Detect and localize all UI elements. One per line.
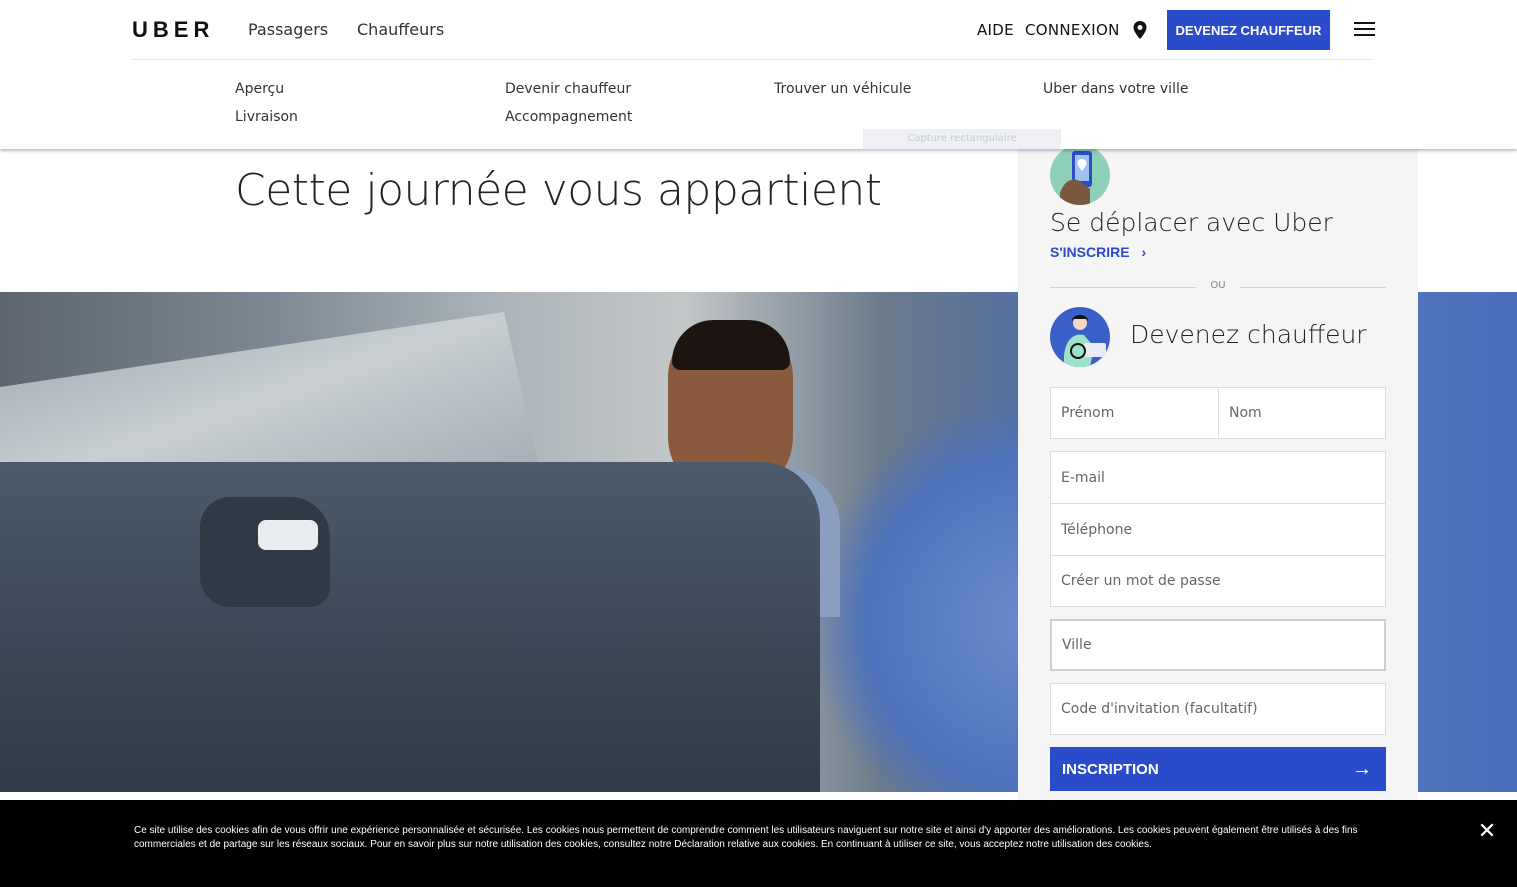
chevron-right-icon: › — [1141, 244, 1147, 260]
signup-submit-button[interactable]: INSCRIPTION → — [1050, 747, 1386, 791]
driver-icon — [1050, 307, 1110, 367]
submenu-item-devenir-chauffeur[interactable]: Devenir chauffeur — [505, 81, 631, 97]
submenu-item-trouver-vehicule[interactable]: Trouver un véhicule — [774, 81, 911, 97]
last-name-field[interactable]: Nom — [1218, 387, 1386, 439]
site-header: UBER Passagers Chauffeurs AIDE CONNEXION… — [0, 0, 1517, 60]
uber-logo[interactable]: UBER — [132, 17, 214, 43]
hero-title: Cette journée vous appartient — [235, 165, 882, 216]
hamburger-menu-icon[interactable] — [1354, 22, 1375, 38]
rider-signup-label: S'INSCRIRE — [1050, 244, 1130, 260]
first-name-field[interactable]: Prénom — [1050, 387, 1219, 439]
close-icon[interactable]: ✕ — [1477, 821, 1497, 843]
submit-label: INSCRIPTION — [1062, 760, 1159, 778]
submenu-item-uber-ville[interactable]: Uber dans votre ville — [1043, 81, 1188, 97]
rider-signup-link[interactable]: S'INSCRIRE › — [1050, 244, 1146, 260]
location-pin-icon[interactable] — [1131, 20, 1149, 40]
phone-field[interactable]: Téléphone — [1050, 503, 1386, 556]
screen-capture-overlay: Capture rectangulaire — [863, 129, 1061, 149]
nav-chauffeurs[interactable]: Chauffeurs — [357, 20, 444, 39]
or-label: OU — [1210, 280, 1226, 291]
submenu-item-apercu[interactable]: Aperçu — [235, 81, 284, 97]
nav-passagers[interactable]: Passagers — [248, 20, 328, 39]
submenu-item-accompagnement[interactable]: Accompagnement — [505, 109, 632, 125]
rider-title: Se déplacer avec Uber — [1050, 208, 1333, 237]
help-link[interactable]: AIDE — [977, 21, 1014, 39]
header-divider — [132, 59, 1373, 60]
become-driver-button[interactable]: DEVENEZ CHAUFFEUR — [1167, 10, 1330, 50]
invite-code-field[interactable]: Code d'invitation (facultatif) — [1050, 683, 1386, 735]
password-field[interactable]: Créer un mot de passe — [1050, 555, 1386, 607]
or-divider: OU — [1050, 280, 1386, 296]
cookie-notice-text: Ce site utilise des cookies afin de vous… — [134, 825, 1358, 850]
arrow-right-icon: → — [1352, 757, 1372, 780]
submenu-item-livraison[interactable]: Livraison — [235, 109, 298, 125]
cookie-banner: Ce site utilise des cookies afin de vous… — [0, 800, 1517, 887]
chauffeurs-submenu: Aperçu Livraison Devenir chauffeur Accom… — [0, 60, 1517, 149]
city-field[interactable]: Ville — [1050, 619, 1386, 671]
driver-title: Devenez chauffeur — [1130, 320, 1367, 349]
login-link[interactable]: CONNEXION — [1025, 21, 1120, 39]
email-field[interactable]: E-mail — [1050, 451, 1386, 504]
rider-phone-icon — [1050, 145, 1110, 205]
